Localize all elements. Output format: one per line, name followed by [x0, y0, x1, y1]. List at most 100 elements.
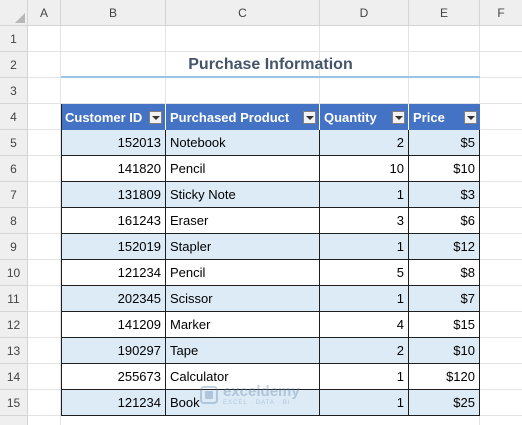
row-header[interactable]: 1 [0, 26, 28, 52]
quantity-cell[interactable]: 5 [320, 260, 409, 286]
sheet-title[interactable]: Purchase Information [61, 53, 480, 77]
product-cell[interactable]: Tape [166, 338, 320, 364]
filter-dropdown-icon[interactable] [464, 111, 477, 124]
product-cell[interactable]: Eraser [166, 208, 320, 234]
table-row: 131809 Sticky Note 1 $3 [61, 182, 480, 208]
gridline [28, 311, 61, 312]
customer-id-cell[interactable]: 255673 [61, 364, 166, 390]
row-header[interactable]: 11 [0, 286, 28, 312]
product-cell[interactable]: Stapler [166, 234, 320, 260]
gridline [480, 207, 522, 208]
row-header[interactable]: 6 [0, 156, 28, 182]
gridline [480, 337, 522, 338]
product-cell[interactable]: Book [166, 390, 320, 416]
column-header-a[interactable]: A [28, 0, 61, 26]
column-header-b[interactable]: B [61, 0, 166, 26]
product-cell[interactable]: Pencil [166, 156, 320, 182]
product-cell[interactable]: Calculator [166, 364, 320, 390]
quantity-cell[interactable]: 1 [320, 234, 409, 260]
row-header[interactable]: 4 [0, 104, 28, 130]
price-cell[interactable]: $15 [409, 312, 480, 338]
table-row: 152019 Stapler 1 $12 [61, 234, 480, 260]
customer-id-cell[interactable]: 141209 [61, 312, 166, 338]
price-cell[interactable]: $6 [409, 208, 480, 234]
quantity-cell[interactable]: 3 [320, 208, 409, 234]
row-header[interactable]: 10 [0, 260, 28, 286]
customer-id-cell[interactable]: 190297 [61, 338, 166, 364]
gridline [480, 389, 522, 390]
customer-id-cell[interactable]: 121234 [61, 390, 166, 416]
row-header[interactable]: 7 [0, 182, 28, 208]
select-all-corner[interactable] [0, 0, 28, 26]
header-customer-id[interactable]: Customer ID [61, 104, 166, 130]
price-cell[interactable]: $5 [409, 130, 480, 156]
gridline [28, 363, 61, 364]
gridline [480, 311, 522, 312]
price-cell[interactable]: $10 [409, 156, 480, 182]
gridline [28, 285, 61, 286]
column-header-d[interactable]: D [320, 0, 409, 26]
quantity-cell[interactable]: 4 [320, 312, 409, 338]
product-cell[interactable]: Scissor [166, 286, 320, 312]
row-header[interactable]: 8 [0, 208, 28, 234]
price-cell[interactable]: $8 [409, 260, 480, 286]
price-cell[interactable]: $3 [409, 182, 480, 208]
customer-id-cell[interactable]: 141820 [61, 156, 166, 182]
row-header-partial [0, 416, 28, 425]
customer-id-cell[interactable]: 161243 [61, 208, 166, 234]
table-row: 121234 Book 1 $25 [61, 390, 480, 416]
price-cell[interactable]: $25 [409, 390, 480, 416]
header-purchased-product[interactable]: Purchased Product [166, 104, 320, 130]
filter-dropdown-icon[interactable] [392, 111, 405, 124]
gridline [28, 155, 61, 156]
row-header[interactable]: 3 [0, 78, 28, 104]
quantity-cell[interactable]: 1 [320, 364, 409, 390]
product-cell[interactable]: Notebook [166, 130, 320, 156]
gridline [28, 233, 61, 234]
price-cell[interactable]: $12 [409, 234, 480, 260]
column-header-c[interactable]: C [166, 0, 320, 26]
gridline [28, 207, 61, 208]
table-row: 255673 Calculator 1 $120 [61, 364, 480, 390]
customer-id-cell[interactable]: 152013 [61, 130, 166, 156]
quantity-cell[interactable]: 10 [320, 156, 409, 182]
row-header[interactable]: 15 [0, 390, 28, 416]
product-cell[interactable]: Marker [166, 312, 320, 338]
row-header[interactable]: 12 [0, 312, 28, 338]
quantity-cell[interactable]: 1 [320, 390, 409, 416]
row-header[interactable]: 9 [0, 234, 28, 260]
column-header-f[interactable]: F [480, 0, 522, 26]
price-cell[interactable]: $120 [409, 364, 480, 390]
column-header-e[interactable]: E [409, 0, 480, 26]
filter-dropdown-icon[interactable] [149, 111, 162, 124]
product-cell[interactable]: Pencil [166, 260, 320, 286]
price-cell[interactable]: $7 [409, 286, 480, 312]
quantity-cell[interactable]: 1 [320, 182, 409, 208]
customer-id-cell[interactable]: 131809 [61, 182, 166, 208]
gridline [480, 181, 522, 182]
table-row: 202345 Scissor 1 $7 [61, 286, 480, 312]
gridline [480, 155, 522, 156]
price-cell[interactable]: $10 [409, 338, 480, 364]
row-header[interactable]: 5 [0, 130, 28, 156]
gridline [28, 259, 61, 260]
row-header[interactable]: 13 [0, 338, 28, 364]
customer-id-cell[interactable]: 152019 [61, 234, 166, 260]
quantity-cell[interactable]: 2 [320, 130, 409, 156]
header-price[interactable]: Price [409, 104, 480, 130]
gridline [28, 181, 61, 182]
filter-dropdown-icon[interactable] [303, 111, 316, 124]
quantity-cell[interactable]: 2 [320, 338, 409, 364]
table-row: 121234 Pencil 5 $8 [61, 260, 480, 286]
row-header[interactable]: 2 [0, 52, 28, 78]
quantity-cell[interactable]: 1 [320, 286, 409, 312]
row-header[interactable]: 14 [0, 364, 28, 390]
customer-id-cell[interactable]: 121234 [61, 260, 166, 286]
header-quantity[interactable]: Quantity [320, 104, 409, 130]
customer-id-cell[interactable]: 202345 [61, 286, 166, 312]
gridline [28, 51, 522, 52]
title-underline [61, 76, 480, 78]
product-cell[interactable]: Sticky Note [166, 182, 320, 208]
select-all-triangle-icon [15, 13, 25, 23]
header-label: Price [413, 109, 445, 125]
